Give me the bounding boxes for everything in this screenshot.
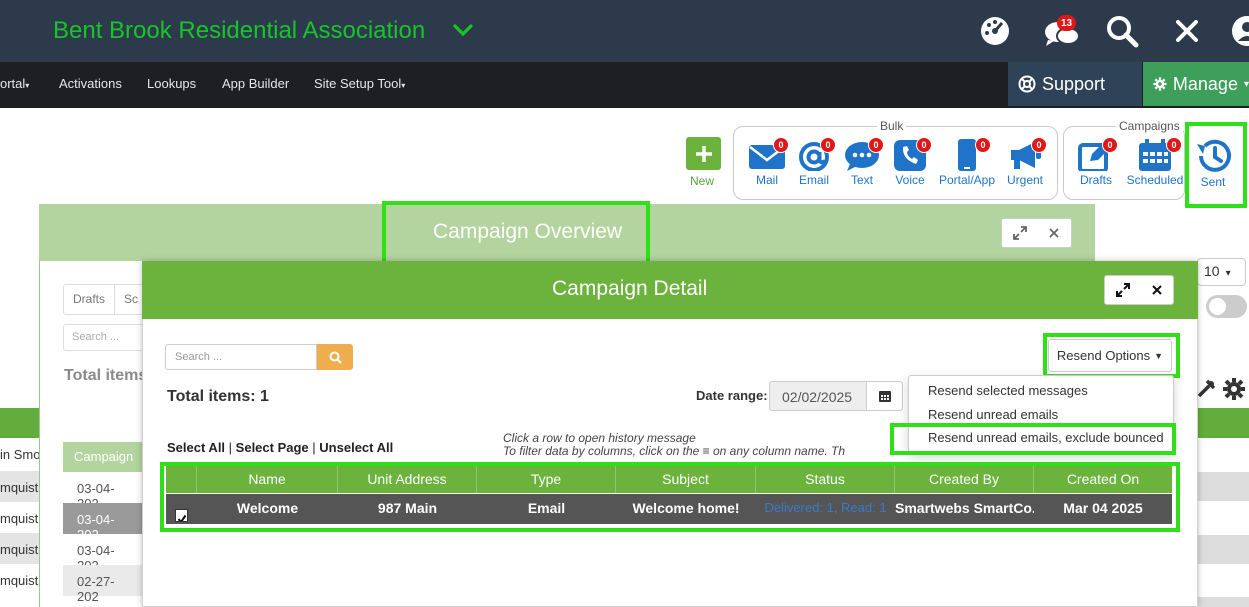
- urgent-label: Urgent: [1006, 173, 1044, 187]
- urgent-badge: 0: [1031, 137, 1047, 153]
- table-row[interactable]: 03-04-202: [63, 472, 143, 511]
- filter-hint: Click a row to open history message To f…: [503, 432, 845, 458]
- scheduled-label: Scheduled: [1126, 173, 1184, 187]
- bulk-voice-button[interactable]: 0 Voice: [882, 137, 938, 187]
- table-row[interactable]: 02-27-202: [63, 596, 143, 607]
- overview-tabs: Drafts Sc: [63, 284, 149, 315]
- chevron-down-icon[interactable]: [452, 22, 474, 43]
- search-icon: [329, 351, 342, 364]
- detail-search-input[interactable]: Search ...: [165, 344, 317, 370]
- menu-item-resend-selected[interactable]: Resend selected messages: [928, 383, 1088, 398]
- right-row-stripe: [1196, 597, 1249, 607]
- table-row[interactable]: 02-27-202: [63, 565, 143, 604]
- campaign-detail-title: Campaign Detail: [552, 277, 708, 300]
- nav-item-activations[interactable]: Activations: [59, 76, 122, 91]
- campaigns-toolbar-group: Campaigns 0 Drafts 0 Scheduled: [1063, 119, 1186, 200]
- bulk-urgent-button[interactable]: 0 Urgent: [997, 137, 1053, 187]
- hint-line-2: To filter data by columns, click on the …: [503, 444, 846, 458]
- new-label[interactable]: New: [690, 174, 714, 188]
- highlight-overview-title: [382, 201, 650, 265]
- menu-item-resend-unread[interactable]: Resend unread emails: [928, 407, 1058, 422]
- unselect-all-link[interactable]: Unselect All: [319, 440, 393, 455]
- highlight-resend-exclude-bounced: [890, 423, 1176, 455]
- scheduled-badge: 0: [1166, 137, 1182, 153]
- toggle-switch[interactable]: [1206, 295, 1247, 318]
- dashboard-gauge-icon[interactable]: [978, 14, 1012, 48]
- right-row-stripe: [1196, 472, 1249, 501]
- close-icon[interactable]: [1170, 14, 1204, 48]
- drafts-badge: 0: [1102, 137, 1118, 153]
- detail-total-items: Total items: 1: [167, 388, 269, 405]
- list-item[interactable]: in Smo: [0, 438, 39, 469]
- right-row-stripe: [1196, 535, 1249, 564]
- bulk-group-label: Bulk: [877, 119, 907, 133]
- nav-item-site-setup-tool[interactable]: Site Setup Tool▾: [314, 76, 405, 91]
- voice-badge: 0: [916, 137, 932, 153]
- page-size-select[interactable]: 10 ▾: [1197, 258, 1246, 286]
- highlight-resend-options: [1043, 333, 1180, 378]
- portal-app-label: Portal/App: [938, 173, 996, 187]
- overview-tool-icons: [1196, 377, 1246, 401]
- portal-app-badge: 0: [975, 137, 991, 153]
- overview-total-items: Total items: [64, 367, 148, 384]
- selection-links: Select All | Select Page | Unselect All: [167, 440, 394, 455]
- new-button[interactable]: [686, 137, 721, 170]
- gear-icon[interactable]: [1222, 377, 1246, 401]
- calendar-icon: [878, 391, 891, 402]
- date-range-label: Date range:: [696, 388, 768, 403]
- highlight-detail-table: [160, 462, 1180, 532]
- lifebuoy-icon: [1018, 75, 1036, 93]
- support-label: Support: [1042, 73, 1106, 94]
- campaigns-group-label: Campaigns: [1116, 119, 1183, 133]
- user-avatar-icon[interactable]: [1230, 14, 1249, 48]
- detail-window-controls: [1104, 275, 1174, 305]
- list-item[interactable]: mquist: [0, 471, 39, 502]
- detail-search-button[interactable]: [317, 344, 353, 370]
- overview-window-controls: [1001, 218, 1072, 248]
- select-all-link[interactable]: Select All: [167, 440, 225, 455]
- voice-label: Voice: [895, 173, 925, 187]
- bulk-portal-app-button[interactable]: 0 Portal/App: [937, 137, 997, 187]
- table-row[interactable]: 03-04-202: [63, 503, 143, 542]
- close-icon[interactable]: [1151, 284, 1163, 296]
- overview-search-input[interactable]: Search ...: [63, 324, 153, 351]
- nav-item-app-builder[interactable]: App Builder: [222, 76, 289, 91]
- date-range-input[interactable]: 02/02/2025: [769, 381, 867, 411]
- list-item[interactable]: mquist: [0, 533, 39, 564]
- manage-label: Manage: [1172, 73, 1238, 94]
- highlight-sent: [1185, 122, 1247, 208]
- overview-campaign-column[interactable]: Campaign: [63, 442, 143, 472]
- gear-icon: [1153, 77, 1167, 91]
- date-range-calendar-button[interactable]: [867, 381, 903, 411]
- campaign-scheduled-button[interactable]: 0 Scheduled: [1124, 137, 1186, 187]
- notification-badge: 13: [1057, 15, 1076, 31]
- right-table-header: [1196, 408, 1249, 438]
- tools-icon[interactable]: [1196, 377, 1218, 399]
- expand-icon[interactable]: [1012, 226, 1027, 240]
- plus-icon: [695, 145, 712, 162]
- select-page-link[interactable]: Select Page: [236, 440, 309, 455]
- table-row[interactable]: 03-04-202: [63, 534, 143, 573]
- manage-button[interactable]: Manage ▾: [1143, 62, 1249, 106]
- tab-drafts[interactable]: Drafts: [64, 285, 116, 314]
- support-button[interactable]: Support: [1008, 62, 1142, 106]
- list-item[interactable]: mquist: [0, 564, 39, 595]
- bulk-toolbar-group: Bulk 0 Mail 0 Email 0 Text 0 Voice 0 Por…: [733, 119, 1058, 200]
- left-table-header: [0, 408, 39, 438]
- search-icon[interactable]: [1105, 14, 1139, 48]
- drafts-label: Drafts: [1079, 173, 1112, 187]
- nav-item-lookups[interactable]: Lookups: [147, 76, 196, 91]
- nav-item-portal[interactable]: ortal▾: [0, 76, 29, 91]
- list-item[interactable]: mquist: [0, 502, 39, 533]
- expand-icon[interactable]: [1115, 283, 1130, 297]
- close-icon[interactable]: [1048, 227, 1060, 239]
- campaign-drafts-button[interactable]: 0 Drafts: [1068, 137, 1124, 187]
- org-name[interactable]: Bent Brook Residential Association: [53, 17, 425, 45]
